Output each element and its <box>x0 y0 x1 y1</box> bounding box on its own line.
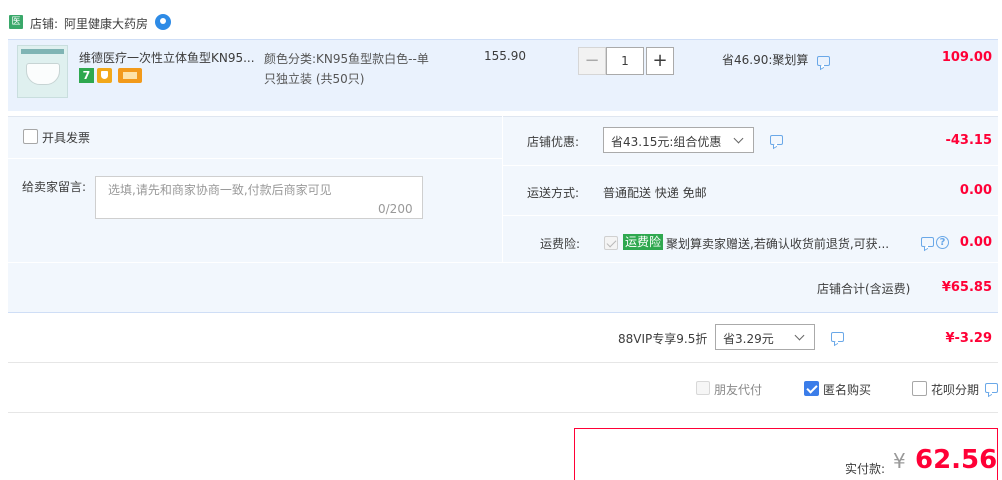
divider <box>8 158 502 159</box>
seller-message-placeholder: 选填,请先和商家协商一致,付款后商家可见 <box>108 183 332 197</box>
shield-icon <box>97 68 112 83</box>
shop-name-link[interactable]: 阿里健康大药房 <box>64 15 148 32</box>
divider <box>8 362 998 363</box>
huabei-installment-checkbox[interactable] <box>912 381 927 396</box>
seven-day-return-icon: 7 <box>79 68 94 83</box>
installment-info-icon[interactable] <box>985 383 998 393</box>
quantity-increase-button[interactable]: + <box>646 47 674 75</box>
product-thumbnail[interactable] <box>17 45 68 98</box>
anonymous-purchase-checkbox[interactable] <box>804 381 819 396</box>
divider <box>503 215 998 216</box>
final-payment-amount: 62.56 <box>915 445 998 475</box>
shop-label: 店铺: <box>30 17 59 31</box>
wangwang-chat-icon[interactable] <box>155 14 171 30</box>
friend-pay-label: 朋友代付 <box>714 383 763 397</box>
store-discount-value: -43.15 <box>945 133 992 148</box>
insurance-badge: 运费险 <box>623 234 664 250</box>
store-discount-selected: 省43.15元:组合优惠 <box>611 135 722 149</box>
invoice-label[interactable]: 开具发票 <box>42 129 90 146</box>
quantity-decrease-button[interactable]: − <box>578 47 606 75</box>
card-icon <box>118 68 142 83</box>
pharmacy-badge-icon: 医 <box>9 15 23 29</box>
store-total-value: ¥65.85 <box>941 280 992 295</box>
item-total-price: 109.00 <box>941 50 992 65</box>
vip-discount-selected: 省3.29元 <box>723 332 774 346</box>
divider <box>8 262 998 263</box>
insurance-value: 0.00 <box>959 235 992 250</box>
checkout-order: 医 店铺: 阿里健康大药房 维德医疗一次性立体鱼型KN95... 7 颜色分类:… <box>0 0 1002 480</box>
mask-image <box>26 63 60 85</box>
store-total-label: 店铺合计(含运费) <box>817 282 911 296</box>
sku-line: 只独立装 (共50只) <box>264 72 365 86</box>
help-icon[interactable]: ? <box>936 236 949 249</box>
seller-message-label: 给卖家留言: <box>22 180 87 194</box>
sku-info: 颜色分类:KN95鱼型款白色--单 只独立装 (共50只) <box>264 49 448 89</box>
vip-discount-label: 88VIP专享9.5折 <box>618 332 708 346</box>
sku-line: 颜色分类:KN95鱼型款白色--单 <box>264 52 429 66</box>
shipping-label: 运送方式: <box>527 186 580 200</box>
huabei-installment-label[interactable]: 花呗分期 <box>931 381 979 398</box>
friend-pay-checkbox <box>696 381 710 395</box>
quantity-input[interactable]: 1 <box>606 47 644 75</box>
insurance-info-icon[interactable] <box>921 237 934 247</box>
unit-price: 155.90 <box>484 49 526 63</box>
discount-info-icon[interactable] <box>770 135 783 145</box>
divider <box>8 312 998 313</box>
divider <box>503 165 998 166</box>
anonymous-purchase-label[interactable]: 匿名购买 <box>823 381 871 398</box>
insurance-checkbox <box>604 236 618 250</box>
store-discount-label: 店铺优惠: <box>527 135 580 149</box>
shipping-method: 普通配送 快递 免邮 <box>603 186 707 200</box>
vip-info-icon[interactable] <box>831 332 844 342</box>
promo-info-icon[interactable] <box>817 56 830 66</box>
item-saving-text: 省46.90:聚划算 <box>722 53 809 67</box>
currency-symbol: ¥ <box>893 449 906 473</box>
shipping-value: 0.00 <box>959 183 992 198</box>
product-title-link[interactable]: 维德医疗一次性立体鱼型KN95... <box>79 49 257 66</box>
final-payment-label: 实付款: <box>845 462 886 476</box>
insurance-description: 聚划算卖家赠送,若确认收货前退货,可获... <box>666 237 890 251</box>
invoice-checkbox[interactable] <box>23 129 38 144</box>
message-char-count: 0/200 <box>378 202 413 216</box>
divider <box>8 412 998 413</box>
package-strip <box>21 49 64 54</box>
vip-discount-value: ¥-3.29 <box>945 331 992 346</box>
insurance-label: 运费险: <box>540 237 581 251</box>
panel-divider <box>502 116 503 262</box>
